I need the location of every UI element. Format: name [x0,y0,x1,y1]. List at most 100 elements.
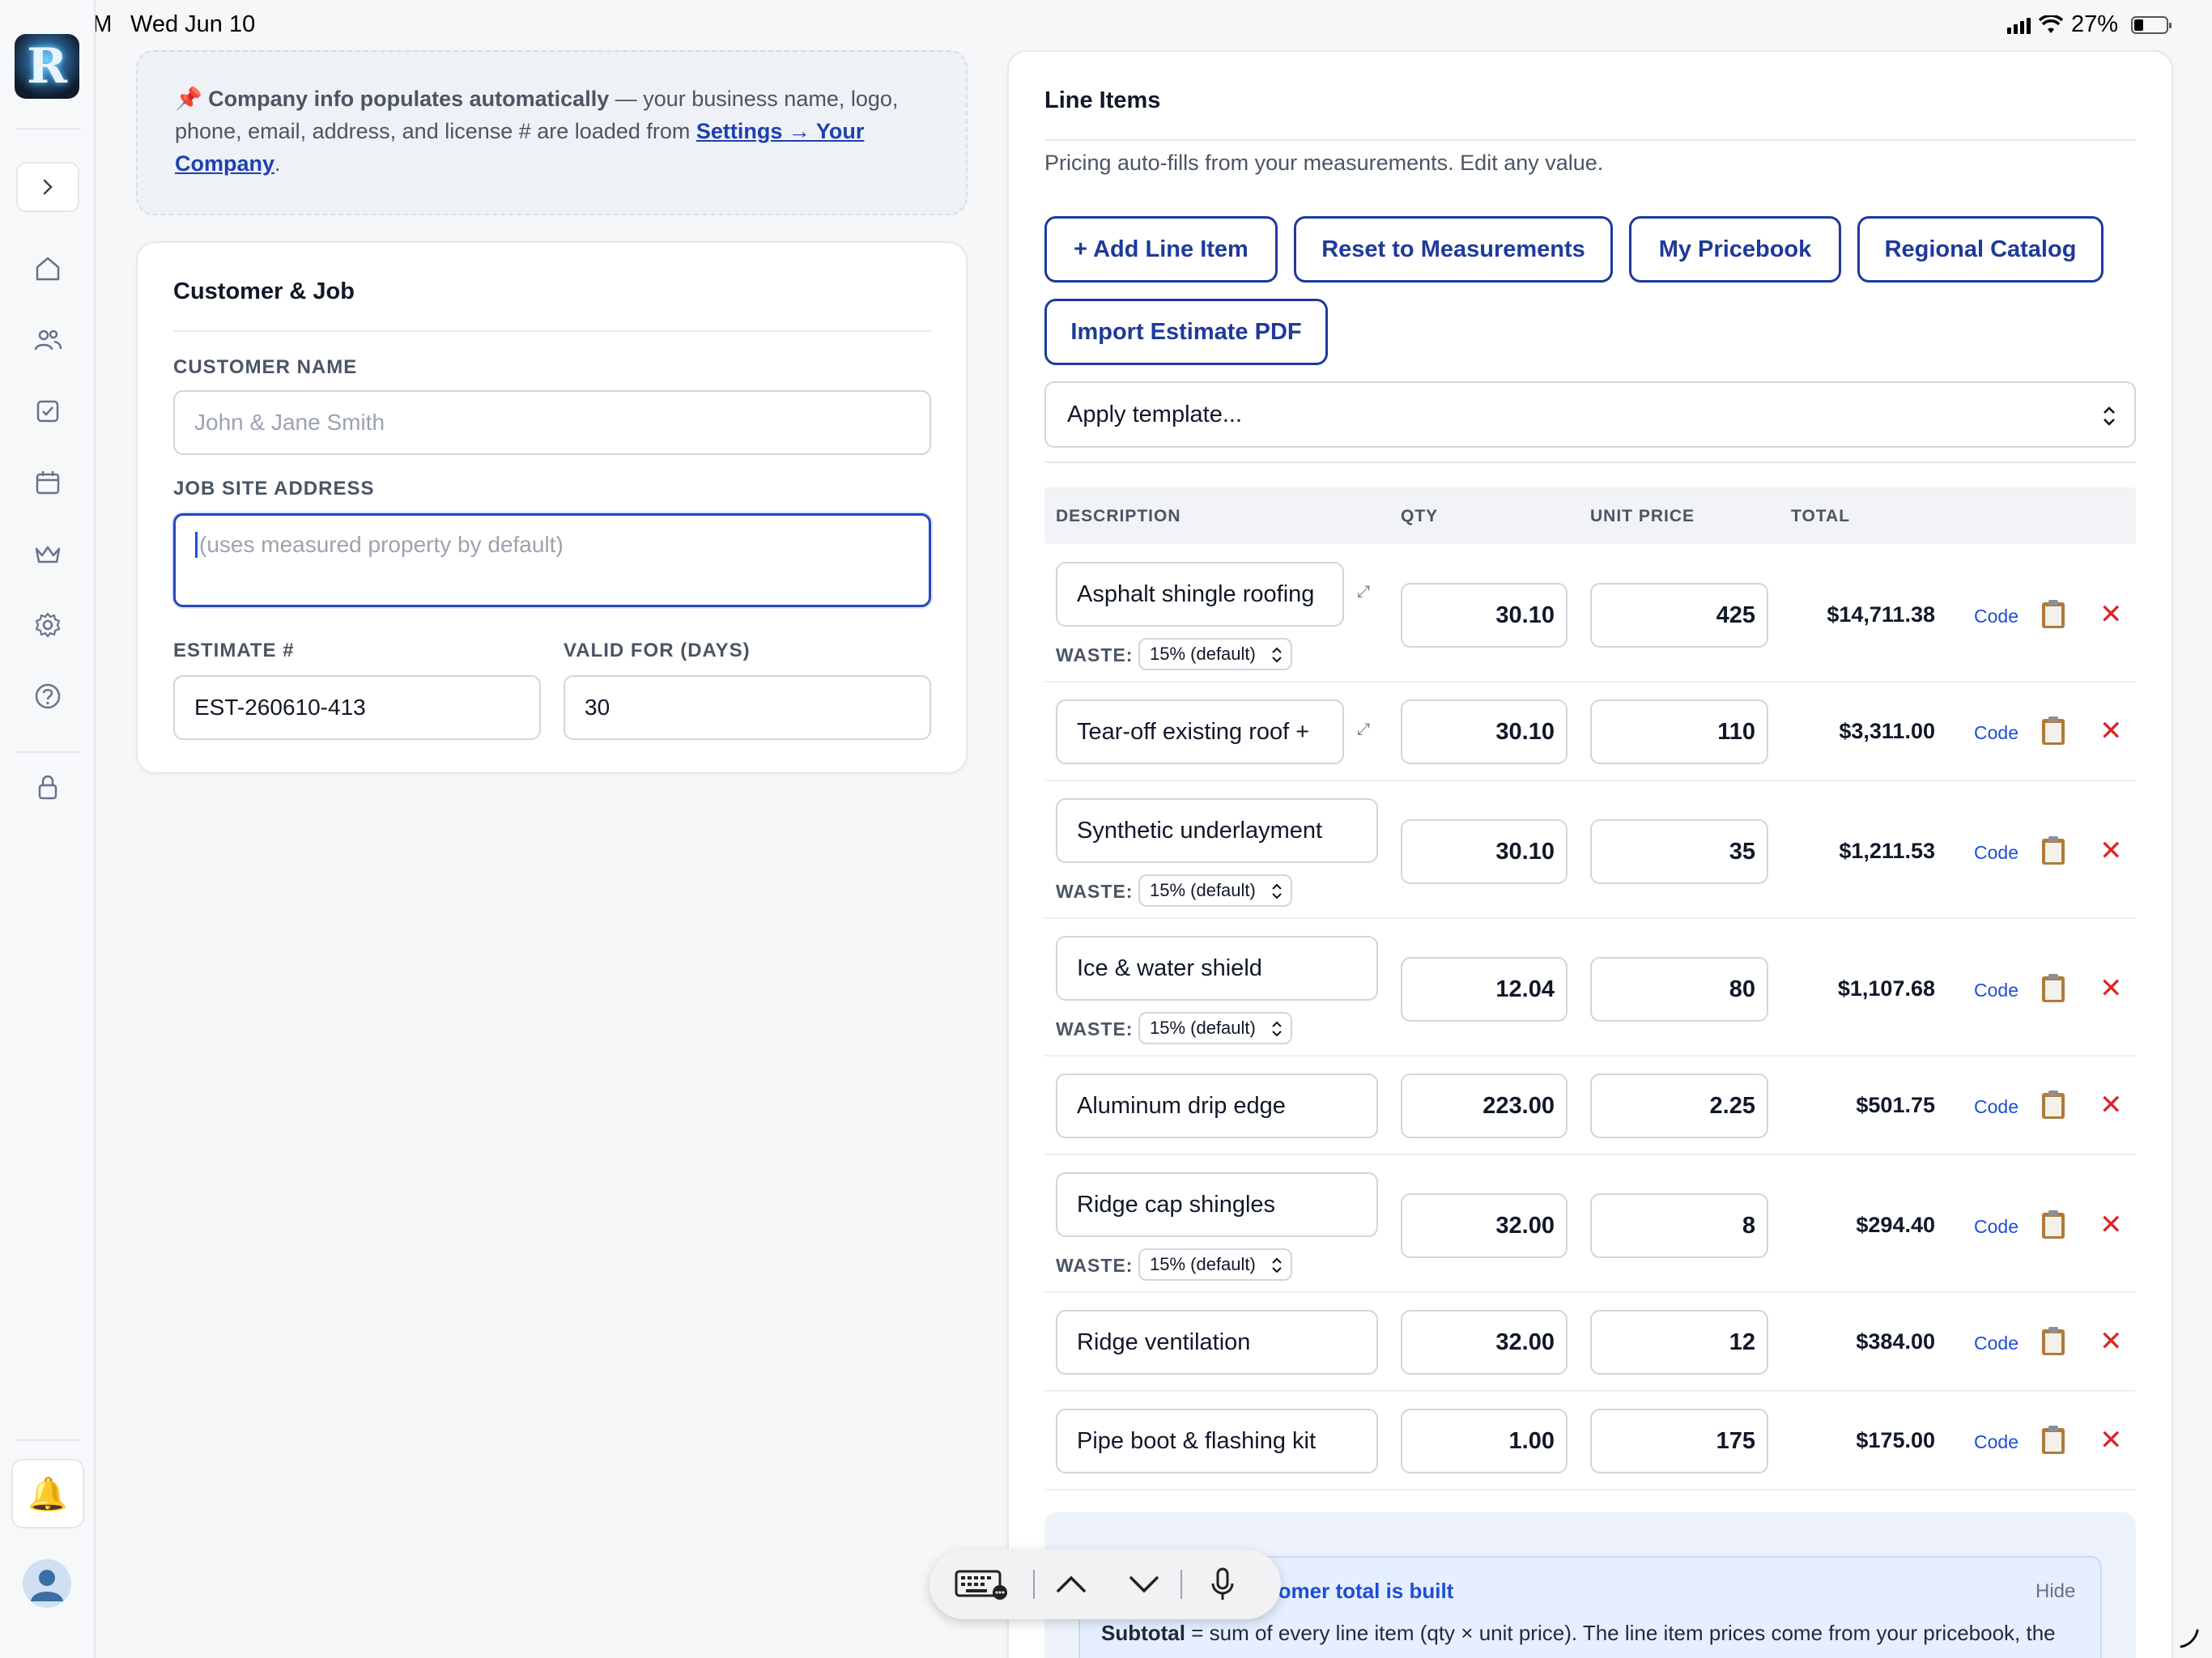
line-item-description-input[interactable]: Pipe boot & flashing kit [1056,1409,1378,1473]
apply-template-select[interactable]: Apply template... [1044,381,2136,448]
code-button[interactable]: Code [1974,1431,2018,1453]
sidebar-item-lock[interactable] [32,771,64,803]
calendar-icon [36,471,60,495]
code-button[interactable]: Code [1974,722,2018,744]
line-total: $3,311.00 [1839,719,1935,743]
remove-line-item-button[interactable]: ✕ [2099,975,2123,1002]
code-button[interactable]: Code [1974,606,2018,627]
quantity-input[interactable]: 1.00 [1401,1409,1568,1473]
select-updown-icon [1272,1257,1282,1273]
remove-line-item-button[interactable]: ✕ [2099,1328,2123,1355]
battery-icon [2131,15,2172,34]
remove-line-item-button[interactable]: ✕ [2099,837,2123,865]
waste-select[interactable]: 15% (default) [1138,874,1292,907]
quantity-input[interactable]: 223.00 [1401,1073,1568,1138]
code-button[interactable]: Code [1974,842,2018,864]
unit-price-input[interactable]: 35 [1590,819,1768,884]
clipboard-button[interactable] [2040,716,2066,746]
unit-price-input[interactable]: 425 [1590,583,1768,648]
dictation-button[interactable] [1182,1567,1263,1602]
clipboard-button[interactable] [2040,599,2066,630]
expand-description-icon[interactable]: ⤢ [1357,583,1370,602]
hide-explainer-button[interactable]: Hide [2035,1580,2075,1603]
remove-line-item-button[interactable]: ✕ [2099,1091,2123,1119]
line-item-description-input[interactable]: Ridge ventilation [1056,1310,1378,1375]
line-item-description-input[interactable]: Tear-off existing roof + [1056,699,1344,764]
regional-catalog-button[interactable]: Regional Catalog [1857,216,2104,283]
sidebar-item-settings[interactable] [32,609,64,641]
unit-price-input[interactable]: 8 [1590,1193,1768,1258]
crown-icon [35,546,61,563]
job-site-address-label: JOB SITE ADDRESS [173,478,375,500]
quantity-input[interactable]: 30.10 [1401,583,1568,648]
row-divider [1044,1489,2136,1490]
clipboard-button[interactable] [2040,835,2066,866]
notifications-button[interactable]: 🔔 [11,1459,84,1528]
quantity-input[interactable]: 32.00 [1401,1193,1568,1258]
unit-price-input[interactable]: 2.25 [1590,1073,1768,1138]
clipboard-button[interactable] [2040,1326,2066,1357]
unit-price-input[interactable]: 110 [1590,699,1768,764]
line-total: $294.40 [1856,1213,1935,1237]
code-button[interactable]: Code [1974,980,2018,1001]
sidebar-expand-button[interactable] [16,162,79,212]
remove-line-item-button[interactable]: ✕ [2099,1426,2123,1454]
remove-line-item-button[interactable]: ✕ [2099,1211,2123,1239]
clipboard-button[interactable] [2040,973,2066,1004]
quantity-input[interactable]: 30.10 [1401,699,1568,764]
clipboard-button[interactable] [2040,1209,2066,1240]
sidebar-item-customers[interactable] [32,324,64,356]
waste-select[interactable]: 15% (default) [1138,638,1292,670]
line-item-description-input[interactable]: Asphalt shingle roofing [1056,562,1344,627]
next-field-button[interactable] [1108,1573,1180,1596]
company-info-period: . [274,151,281,176]
checkbox-icon [36,400,59,423]
expand-description-icon[interactable]: ⤢ [1357,721,1370,739]
waste-select[interactable]: 15% (default) [1138,1012,1292,1044]
line-item-description-input[interactable]: Ridge cap shingles [1056,1172,1378,1237]
sidebar-item-tasks[interactable] [32,395,64,427]
code-button[interactable]: Code [1974,1333,2018,1354]
sidebar-item-calendar[interactable] [32,466,64,499]
line-total: $501.75 [1856,1093,1935,1117]
unit-price-input[interactable]: 12 [1590,1310,1768,1375]
import-estimate-pdf-button[interactable]: Import Estimate PDF [1044,299,1328,365]
remove-line-item-button[interactable]: ✕ [2099,717,2123,745]
valid-for-days-input[interactable]: 30 [564,675,931,740]
avatar[interactable] [23,1559,71,1608]
code-button[interactable]: Code [1974,1096,2018,1118]
line-total: $14,711.38 [1827,602,1935,627]
line-item-description-input[interactable]: Synthetic underlayment [1056,798,1378,863]
code-button[interactable]: Code [1974,1216,2018,1238]
customer-name-input[interactable]: John & Jane Smith [173,390,931,455]
line-item-description-input[interactable]: Aluminum drip edge [1056,1073,1378,1138]
unit-price-input[interactable]: 80 [1590,957,1768,1022]
waste-select-value: 15% (default) [1150,1254,1256,1274]
job-site-address-input[interactable]: (uses measured property by default) [173,513,931,607]
bell-icon: 🔔 [28,1476,68,1512]
remove-line-item-button[interactable]: ✕ [2099,601,2123,628]
my-pricebook-button[interactable]: My Pricebook [1629,216,1841,283]
waste-select[interactable]: 15% (default) [1138,1248,1292,1281]
waste-label: WASTE: [1056,1255,1134,1276]
unit-price-input[interactable]: 175 [1590,1409,1768,1473]
sidebar-item-help[interactable] [32,680,64,712]
line-item-description-input[interactable]: Ice & water shield [1056,936,1378,1001]
quantity-input[interactable]: 12.04 [1401,957,1568,1022]
reset-to-measurements-button[interactable]: Reset to Measurements [1294,216,1613,283]
add-line-item-button[interactable]: + Add Line Item [1044,216,1278,283]
previous-field-button[interactable] [1035,1573,1108,1596]
quantity-input[interactable]: 32.00 [1401,1310,1568,1375]
clipboard-icon [2042,974,2065,1002]
keyboard-toggle-button[interactable] [929,1568,1033,1601]
row-divider [1044,780,2136,781]
estimate-number-input[interactable]: EST-260610-413 [173,675,541,740]
sidebar-item-premium[interactable] [32,538,64,570]
app-logo[interactable]: R [15,34,79,99]
clipboard-button[interactable] [2040,1090,2066,1120]
sidebar-item-home[interactable] [32,253,64,285]
job-site-address-placeholder: (uses measured property by default) [199,532,564,557]
quantity-input[interactable]: 30.10 [1401,819,1568,884]
row-divider [1044,1055,2136,1056]
clipboard-button[interactable] [2040,1425,2066,1456]
